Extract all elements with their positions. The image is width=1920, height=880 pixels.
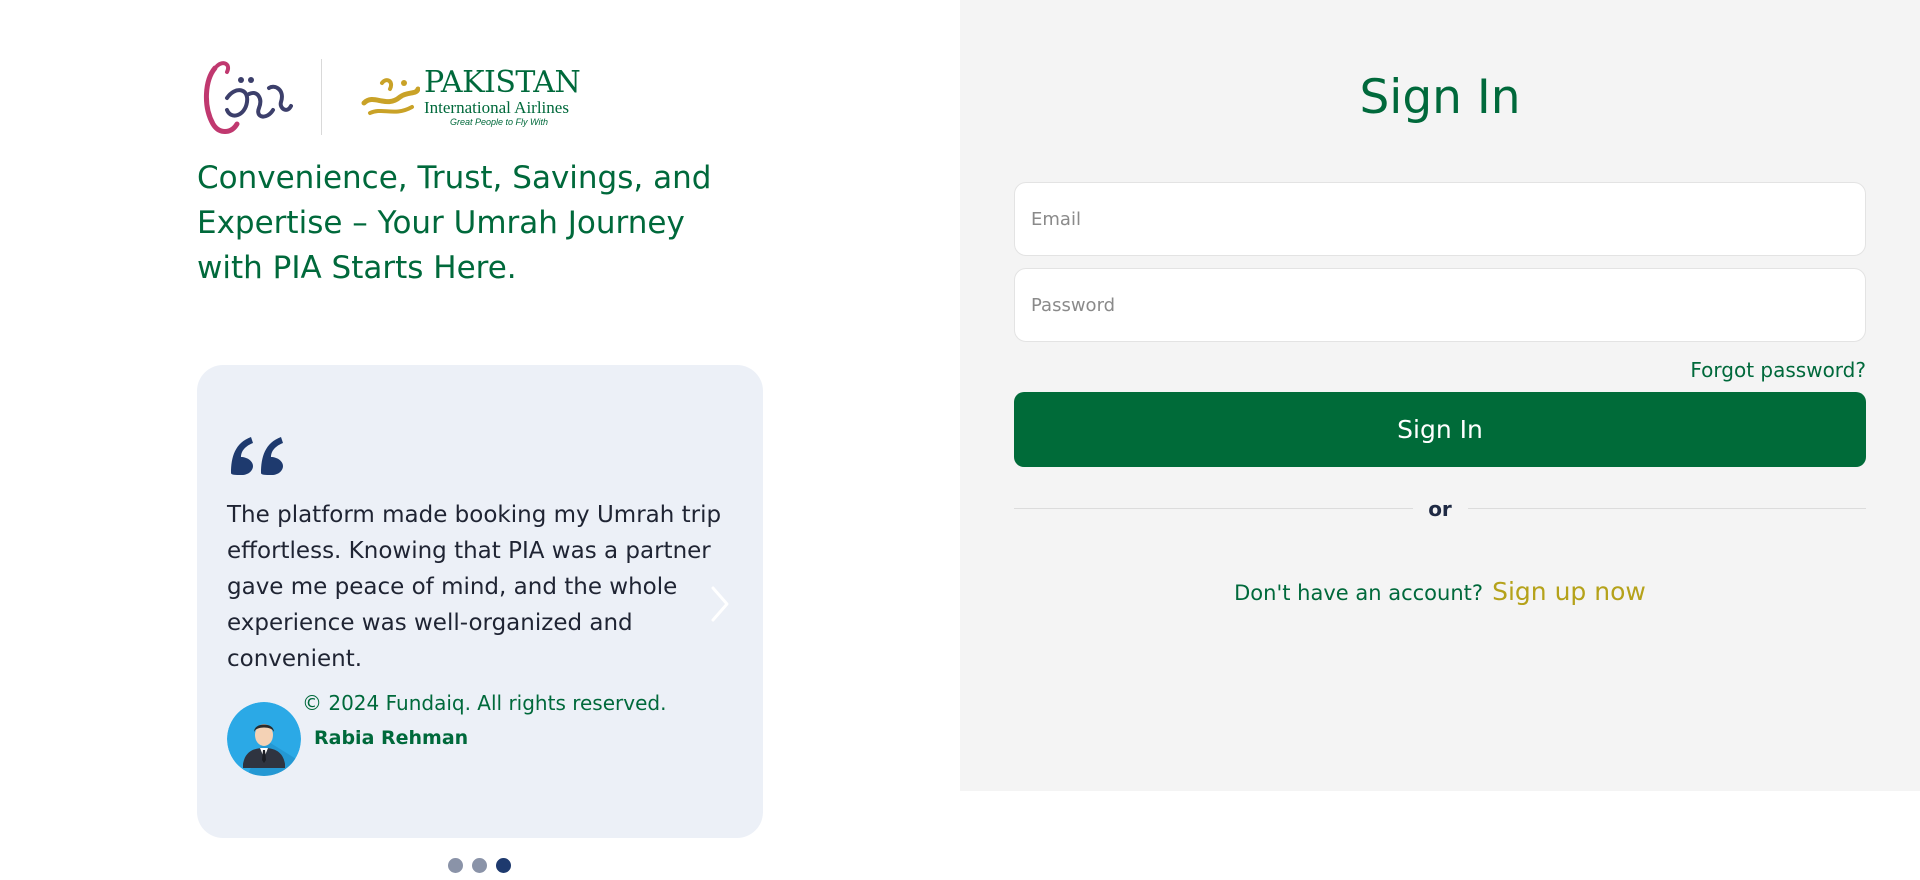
pia-tagline: Great People to Fly With <box>450 116 548 127</box>
pia-wordmark: PAKISTAN International Airlines Great Pe… <box>424 64 581 127</box>
signup-row: Don't have an account? Sign up now <box>960 577 1920 606</box>
divider-right <box>1468 508 1866 509</box>
chevron-right-icon[interactable] <box>705 584 735 624</box>
or-divider-label: or <box>1428 497 1452 521</box>
carousel-dots <box>448 858 511 873</box>
carousel-dot-1[interactable] <box>448 858 463 873</box>
forgot-password-link[interactable]: Forgot password? <box>1690 358 1866 382</box>
pia-logo: PAKISTAN International Airlines Great Pe… <box>360 64 581 127</box>
testimonial-author: Rabia Rehman <box>314 727 469 749</box>
signin-title: Sign In <box>1359 70 1521 125</box>
email-field[interactable] <box>1014 182 1866 256</box>
signin-button[interactable]: Sign In <box>1014 392 1866 467</box>
hero-headline: Convenience, Trust, Savings, and Experti… <box>197 160 712 286</box>
pia-subtitle: International Airlines <box>424 97 569 117</box>
logo-bar: PAKISTAN International Airlines Great Pe… <box>197 58 581 136</box>
pia-emblem-icon <box>361 78 420 115</box>
carousel-dot-2[interactable] <box>472 858 487 873</box>
pia-name: PAKISTAN <box>424 64 581 100</box>
testimonial-card: The platform made booking my Umrah trip … <box>197 365 763 838</box>
signin-panel: Sign In Forgot password? Sign In or Don'… <box>960 0 1920 791</box>
fundaiq-logo <box>204 61 293 134</box>
testimonial-quote: The platform made booking my Umrah trip … <box>227 502 722 672</box>
left-panel: PAKISTAN International Airlines Great Pe… <box>0 0 960 880</box>
signup-link[interactable]: Sign up now <box>1492 577 1646 606</box>
signup-prompt: Don't have an account? <box>1234 581 1484 605</box>
user-avatar-icon <box>227 702 301 776</box>
copyright-text: © 2024 Fundaiq. All rights reserved. <box>302 691 667 715</box>
logo-divider <box>321 59 322 135</box>
carousel-dot-3[interactable] <box>496 858 511 873</box>
password-field[interactable] <box>1014 268 1866 342</box>
quote-icon <box>231 437 283 475</box>
